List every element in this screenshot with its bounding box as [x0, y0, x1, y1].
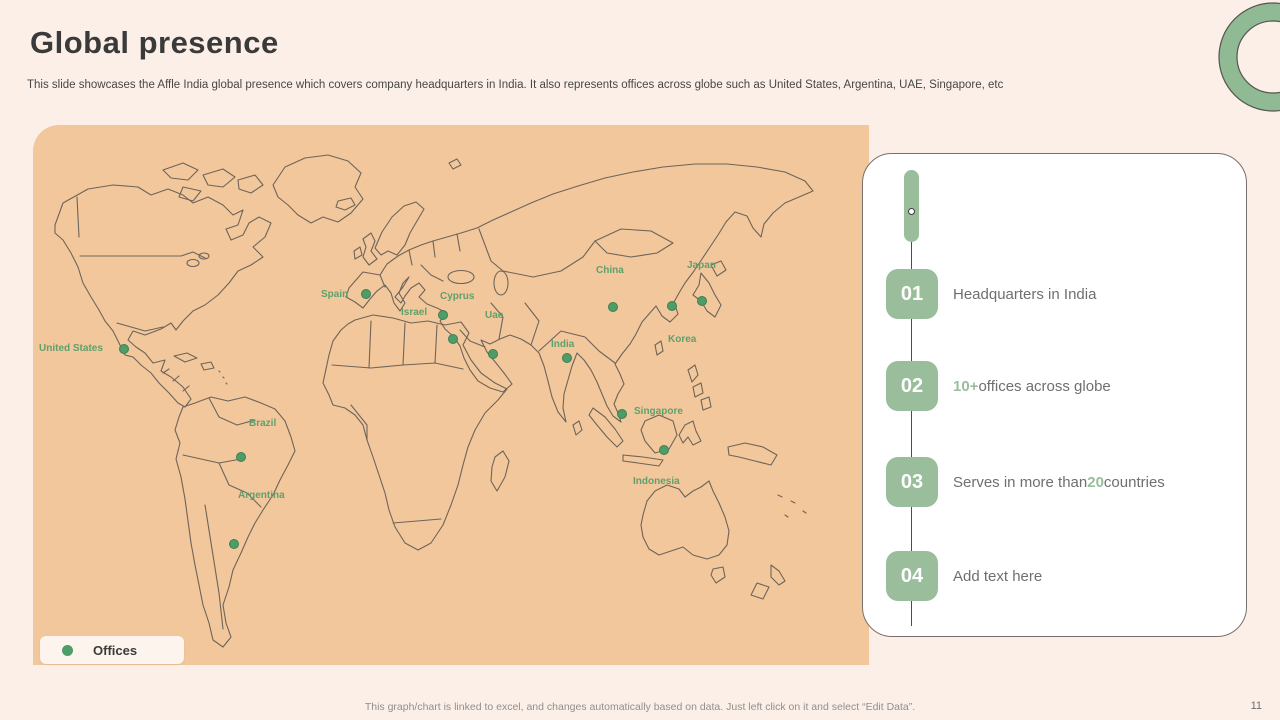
page-title: Global presence [30, 25, 279, 60]
legend-office-dot-icon [62, 644, 73, 656]
timeline-number-badge: 04 [886, 551, 938, 601]
office-label-israel: Israel [401, 307, 428, 318]
timeline-item-text: Headquarters in India [953, 269, 1096, 319]
office-label-korea: Korea [668, 334, 697, 345]
plain-text: countries [1103, 473, 1165, 491]
office-dot-cyprus [448, 334, 458, 344]
office-label-china: China [596, 265, 624, 276]
office-dot-indonesia [659, 445, 669, 455]
plain-text: Add text here [953, 567, 1043, 585]
office-label-japan: Japan [687, 260, 716, 271]
highlighted-text: 20 [1087, 473, 1104, 491]
timeline-card: 01 Headquarters in India 02 10+ offices acr… [862, 153, 1247, 637]
ring-icon [1218, 2, 1280, 112]
plain-text: Serves in more than [953, 473, 1088, 491]
timeline-start-pill [904, 170, 919, 242]
plain-text: offices across globe [978, 377, 1111, 395]
office-label-brazil: Brazil [249, 418, 277, 429]
timeline-item-02: 02 10+ offices across globe [863, 361, 1246, 411]
office-dot-korea [667, 301, 677, 311]
legend-label: Offices [93, 642, 138, 658]
office-label-indonesia: Indonesia [633, 476, 680, 487]
office-label-uae: Uae [485, 310, 504, 321]
timeline-item-03: 03 Serves in more than 20 countries [863, 457, 1246, 507]
highlighted-text: 10+ [953, 377, 979, 395]
office-label-spain: Spain [321, 289, 349, 300]
timeline-start-marker-icon [908, 208, 915, 215]
plain-text: Headquarters in India [953, 285, 1097, 303]
world-map-outlines [54, 154, 814, 648]
office-label-argentina: Argentina [238, 490, 285, 501]
office-label-united-states: United States [39, 343, 103, 354]
office-dot-singapore [617, 409, 627, 419]
timeline-item-01: 01 Headquarters in India [863, 269, 1246, 319]
timeline-number-badge: 01 [886, 269, 938, 319]
timeline-item-text: Serves in more than 20 countries [953, 457, 1165, 507]
map-legend: Offices [40, 636, 184, 664]
page-subtitle: This slide showcases the Affle India glo… [27, 79, 1004, 91]
decorative-ring [1165, 0, 1280, 125]
office-label-cyprus: Cyprus [440, 291, 475, 302]
timeline-number-badge: 03 [886, 457, 938, 507]
office-label-singapore: Singapore [634, 406, 683, 417]
timeline-number-badge: 02 [886, 361, 938, 411]
timeline-item-text: 10+ offices across globe [953, 361, 1111, 411]
office-dot-china [608, 302, 618, 312]
page-number: 11 [1250, 700, 1262, 712]
world-map: United States Spain Israel Cyprus Uae India Ch… [33, 125, 869, 665]
office-dot-japan [697, 296, 707, 306]
timeline-item-text: Add text here [953, 551, 1042, 601]
office-dot-united-states [119, 344, 129, 354]
office-dot-israel [438, 310, 448, 320]
timeline-item-04: 04 Add text here [863, 551, 1246, 601]
office-dot-india [562, 353, 572, 363]
office-dot-spain [361, 289, 371, 299]
office-dot-uae [488, 349, 498, 359]
footer-note: This graph/chart is linked to excel, and… [364, 701, 916, 713]
office-label-india: India [551, 339, 575, 350]
office-dot-brazil [236, 452, 246, 462]
office-dot-argentina [229, 539, 239, 549]
